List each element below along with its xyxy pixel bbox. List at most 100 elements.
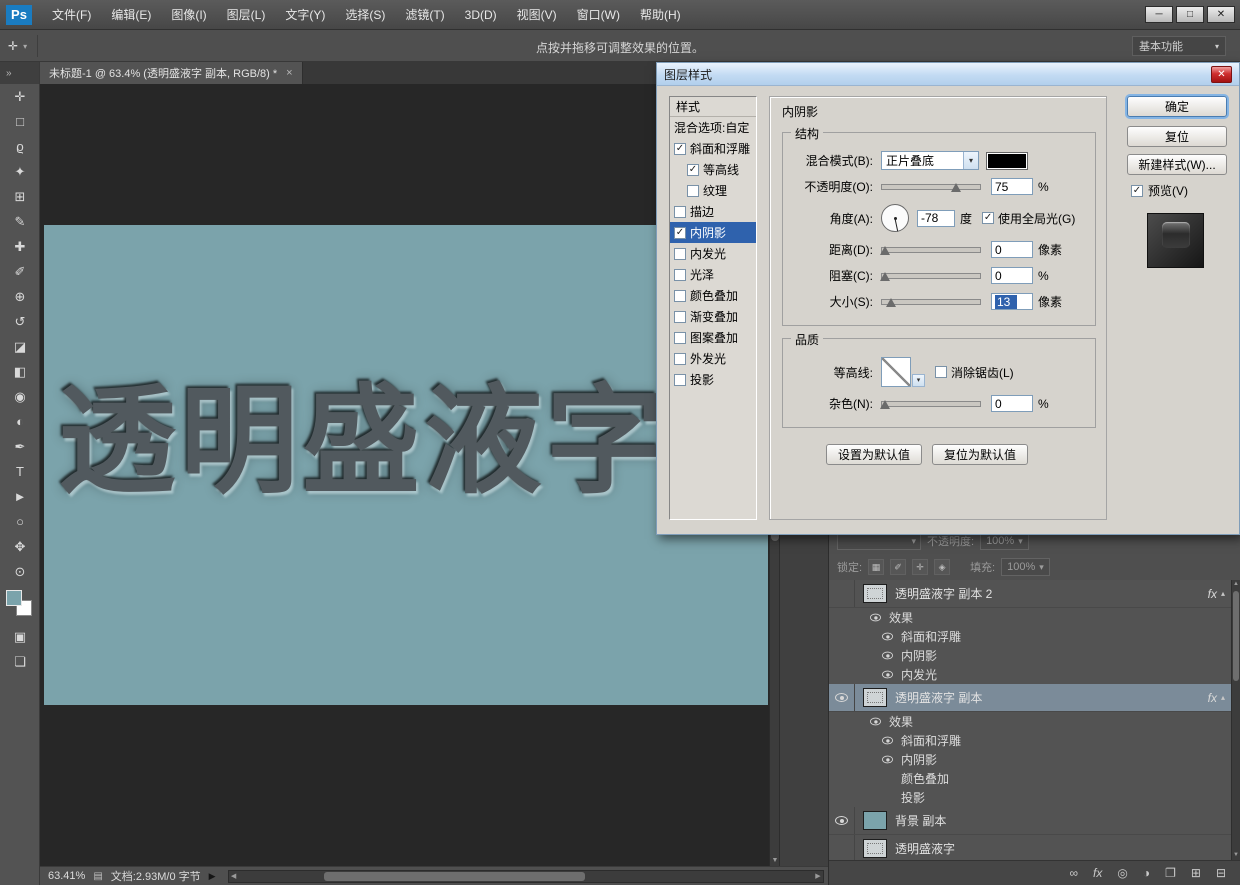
adjustment-layer-icon[interactable]: ◑ — [1143, 866, 1150, 880]
reset-default-button[interactable]: 复位为默认值 — [932, 444, 1029, 465]
style-item-contour[interactable]: 等高线 — [670, 159, 756, 180]
tool-move[interactable]: ✛ — [0, 84, 40, 109]
opacity-input[interactable]: 75 — [991, 178, 1033, 195]
quick-mask-icon[interactable]: ▣ — [0, 624, 40, 649]
checkbox-icon[interactable] — [687, 184, 699, 197]
choke-input[interactable]: 0 — [991, 267, 1033, 284]
visibility-toggle[interactable] — [829, 807, 855, 834]
slider-thumb[interactable] — [885, 297, 896, 307]
lock-pixels-icon[interactable]: ✐ — [890, 559, 907, 575]
tool-history-brush[interactable]: ↺ — [0, 309, 40, 334]
visibility-toggle[interactable] — [829, 580, 855, 607]
angle-input[interactable]: -78 — [917, 209, 955, 227]
visibility-toggle[interactable] — [829, 835, 855, 860]
tool-lasso[interactable]: ϱ — [0, 134, 40, 159]
visibility-eye-icon[interactable] — [869, 717, 882, 726]
menu-view[interactable]: 视图(V) — [507, 0, 567, 29]
visibility-eye-icon[interactable] — [881, 736, 894, 745]
new-style-button[interactable]: 新建样式(W)... — [1127, 154, 1227, 175]
distance-slider[interactable] — [879, 245, 981, 255]
checkbox-icon[interactable] — [982, 212, 995, 224]
make-default-button[interactable]: 设置为默认值 — [826, 444, 923, 465]
layer-effect-row[interactable]: 颜色叠加 — [829, 769, 1231, 788]
scroll-left-icon[interactable]: ◀ — [229, 871, 239, 882]
size-input[interactable]: 13 — [991, 293, 1033, 310]
checkbox-icon[interactable] — [935, 366, 947, 378]
effects-header-row[interactable]: 效果 — [829, 712, 1231, 731]
slider-thumb[interactable] — [879, 399, 890, 409]
checkbox-icon[interactable] — [674, 331, 686, 344]
layer-row[interactable]: 透明盛液字 副本 2 fx ▴ — [829, 580, 1231, 608]
style-item-bevel-emboss[interactable]: 斜面和浮雕 — [670, 138, 756, 159]
menu-select[interactable]: 选择(S) — [335, 0, 395, 29]
menu-file[interactable]: 文件(F) — [42, 0, 101, 29]
tool-clone-stamp[interactable]: ⊕ — [0, 284, 40, 309]
visibility-eye-icon[interactable] — [881, 755, 894, 764]
checkbox-icon[interactable] — [674, 268, 686, 281]
layer-effect-row[interactable]: 斜面和浮雕 — [829, 627, 1231, 646]
layers-scrollbar[interactable]: ▲ ▼ — [1231, 580, 1240, 860]
scroll-right-icon[interactable]: ▶ — [813, 871, 823, 882]
layer-fx-badge[interactable]: fx ▴ — [1208, 587, 1231, 601]
fill-field[interactable]: 100% ▾ — [1001, 558, 1050, 576]
style-item-satin[interactable]: 光泽 — [670, 264, 756, 285]
layer-effect-row[interactable]: 投影 — [829, 788, 1231, 807]
checkbox-icon[interactable] — [674, 205, 686, 218]
noise-slider[interactable] — [879, 399, 981, 409]
angle-dial[interactable] — [881, 204, 909, 232]
ok-button[interactable]: 确定 — [1127, 96, 1227, 117]
slider-thumb[interactable] — [879, 245, 890, 255]
hidden-eye-icon[interactable] — [882, 775, 893, 783]
screen-mode-icon[interactable]: ❏ — [0, 649, 40, 674]
foreground-color-swatch[interactable] — [6, 590, 22, 606]
menu-image[interactable]: 图像(I) — [161, 0, 216, 29]
tool-rectangular-marquee[interactable]: □ — [0, 109, 40, 134]
checkbox-icon[interactable] — [1131, 184, 1143, 197]
checkbox-icon[interactable] — [674, 226, 686, 239]
status-flyout-icon[interactable]: ▶ — [209, 871, 216, 882]
tool-path-selection[interactable]: ► — [0, 484, 40, 509]
style-item-texture[interactable]: 纹理 — [670, 180, 756, 201]
tool-pen[interactable]: ✒ — [0, 434, 40, 459]
current-tool-preset[interactable]: ✛ ▾ — [8, 35, 39, 57]
add-layer-mask-icon[interactable]: ◎ — [1117, 866, 1127, 880]
chevron-down-icon[interactable]: ▾ — [912, 373, 925, 387]
tool-gradient[interactable]: ◧ — [0, 359, 40, 384]
checkbox-icon[interactable] — [674, 142, 686, 155]
layer-row[interactable]: 透明盛液字 — [829, 835, 1231, 860]
preview-row[interactable]: 预览(V) — [1131, 182, 1231, 199]
layer-name[interactable]: 透明盛液字 副本 — [895, 689, 1208, 706]
opacity-slider[interactable] — [881, 182, 981, 192]
tool-brush[interactable]: ✐ — [0, 259, 40, 284]
visibility-eye-icon[interactable] — [881, 651, 894, 660]
scroll-up-icon[interactable]: ▲ — [1232, 580, 1240, 589]
add-layer-style-icon[interactable]: fx — [1093, 866, 1102, 880]
distance-input[interactable]: 0 — [991, 241, 1033, 258]
scroll-down-icon[interactable]: ▼ — [1232, 851, 1240, 860]
menu-filter[interactable]: 滤镜(T) — [395, 0, 454, 29]
new-layer-icon[interactable]: ⊞ — [1191, 866, 1201, 880]
style-item-pattern-overlay[interactable]: 图案叠加 — [670, 327, 756, 348]
layer-name[interactable]: 透明盛液字 — [895, 840, 1231, 857]
layer-thumbnail[interactable] — [863, 839, 887, 858]
style-item-gradient-overlay[interactable]: 渐变叠加 — [670, 306, 756, 327]
tool-hand[interactable]: ✥ — [0, 534, 40, 559]
tool-eyedropper[interactable]: ✎ — [0, 209, 40, 234]
style-item-inner-shadow[interactable]: 内阴影 — [670, 222, 756, 243]
new-group-icon[interactable]: ❐ — [1165, 866, 1176, 880]
checkbox-icon[interactable] — [674, 373, 686, 386]
maximize-icon[interactable]: □ — [1176, 6, 1204, 23]
noise-input[interactable]: 0 — [991, 395, 1033, 412]
tool-crop[interactable]: ⊞ — [0, 184, 40, 209]
tool-type[interactable]: T — [0, 459, 40, 484]
style-item-color-overlay[interactable]: 颜色叠加 — [670, 285, 756, 306]
style-item-stroke[interactable]: 描边 — [670, 201, 756, 222]
shadow-color-swatch[interactable] — [986, 151, 1028, 170]
lock-transparency-icon[interactable]: ▦ — [868, 559, 885, 575]
checkbox-icon[interactable] — [687, 163, 699, 176]
document-tab[interactable]: 未标题-1 @ 63.4% (透明盛液字 副本, RGB/8) * × — [40, 62, 303, 84]
layer-row-selected[interactable]: 透明盛液字 副本 fx ▴ — [829, 684, 1231, 712]
horizontal-scroll-thumb[interactable] — [323, 871, 586, 881]
zoom-level-field[interactable]: 63.41% — [48, 870, 85, 882]
style-item-blending-options[interactable]: 混合选项:自定 — [670, 117, 756, 138]
